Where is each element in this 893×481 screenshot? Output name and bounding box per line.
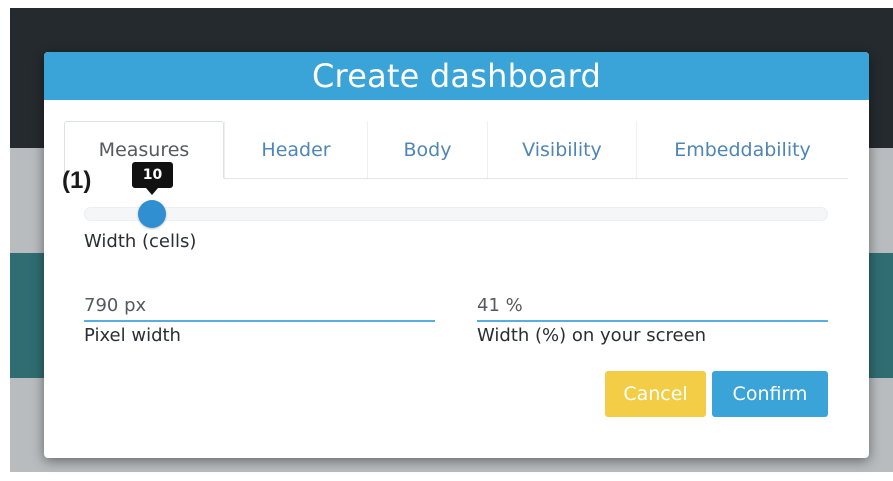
tab-embeddability[interactable]: Embeddability bbox=[636, 121, 848, 178]
tab-bar: Measures Header Body Visibility Embeddab… bbox=[64, 121, 848, 179]
tab-body[interactable]: Body bbox=[367, 121, 487, 178]
confirm-button[interactable]: Confirm bbox=[712, 371, 828, 417]
pixel-width-input[interactable] bbox=[84, 290, 435, 322]
dialog-title: Create dashboard bbox=[312, 57, 601, 95]
annotation-marker: (1) bbox=[62, 167, 92, 194]
slider-label: Width (cells) bbox=[84, 231, 197, 252]
tab-header[interactable]: Header bbox=[224, 121, 367, 178]
percent-width-input[interactable] bbox=[477, 290, 828, 322]
pixel-width-label: Pixel width bbox=[84, 325, 181, 346]
dialog-header: Create dashboard bbox=[44, 52, 869, 100]
width-slider-track[interactable] bbox=[84, 207, 828, 221]
cancel-button[interactable]: Cancel bbox=[605, 371, 706, 417]
width-slider-handle[interactable] bbox=[138, 200, 166, 228]
slider-value-tooltip: 10 bbox=[132, 162, 173, 188]
tab-visibility[interactable]: Visibility bbox=[487, 121, 636, 178]
percent-width-label: Width (%) on your screen bbox=[477, 325, 707, 346]
tooltip-arrow bbox=[146, 188, 158, 195]
